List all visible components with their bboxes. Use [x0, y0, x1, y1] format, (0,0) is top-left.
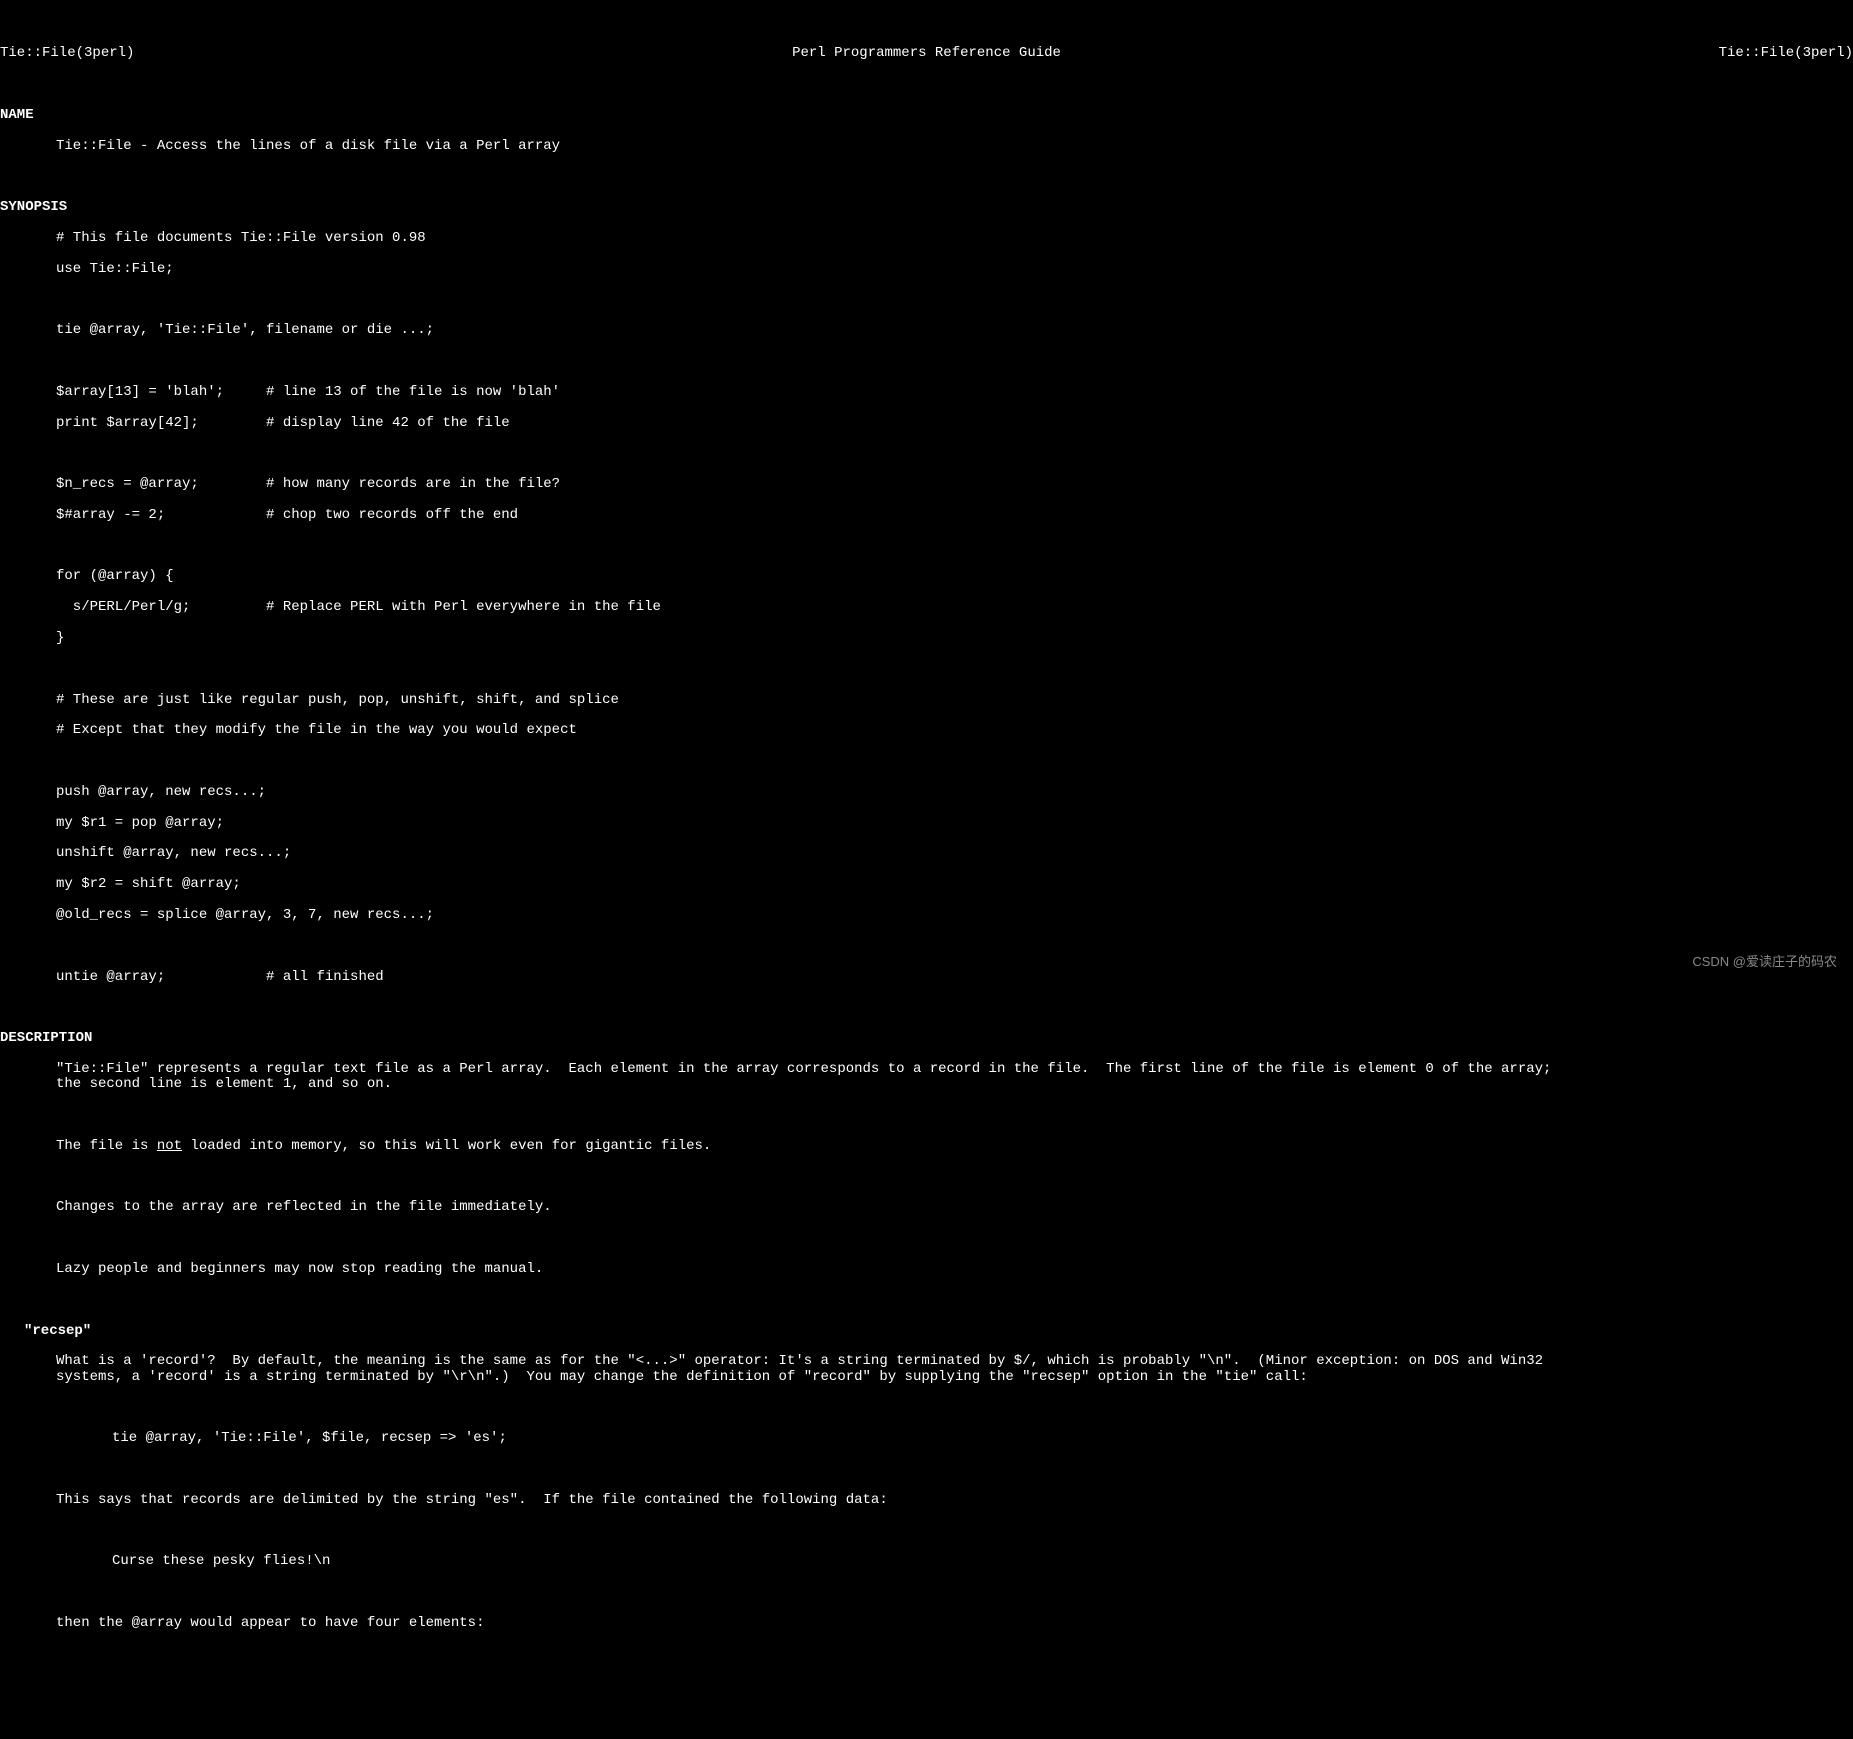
recsep-code1: tie @array, 'Tie::File', $file, recsep =… [0, 1431, 1853, 1446]
synopsis-line: push @array, new recs...; [0, 785, 1853, 800]
blank-line [0, 1462, 1853, 1477]
description-para2: The file is not loaded into memory, so t… [0, 1139, 1853, 1154]
synopsis-line: @old_recs = splice @array, 3, 7, new rec… [0, 908, 1853, 923]
synopsis-line: # This file documents Tie::File version … [0, 231, 1853, 246]
section-synopsis-header: SYNOPSIS [0, 200, 1853, 215]
blank-line [0, 77, 1853, 92]
description-para3: Changes to the array are reflected in th… [0, 1200, 1853, 1215]
man-page-header: Tie::File(3perl) Perl Programmers Refere… [0, 46, 1853, 61]
synopsis-line [0, 354, 1853, 369]
synopsis-line: s/PERL/Perl/g; # Replace PERL with Perl … [0, 600, 1853, 615]
section-name-header: NAME [0, 108, 1853, 123]
synopsis-line: print $array[42]; # display line 42 of t… [0, 416, 1853, 431]
blank-line [0, 1108, 1853, 1123]
synopsis-line: $array[13] = 'blah'; # line 13 of the fi… [0, 385, 1853, 400]
blank-line [0, 1585, 1853, 1600]
synopsis-line: untie @array; # all finished [0, 970, 1853, 985]
header-left: Tie::File(3perl) [0, 46, 134, 61]
synopsis-line: tie @array, 'Tie::File', filename or die… [0, 323, 1853, 338]
blank-line [0, 1524, 1853, 1539]
section-name-content: Tie::File - Access the lines of a disk f… [0, 139, 1853, 154]
synopsis-line: unshift @array, new recs...; [0, 846, 1853, 861]
synopsis-line: # Except that they modify the file in th… [0, 723, 1853, 738]
watermark: CSDN @爱读庄子的码农 [1692, 955, 1837, 969]
subsection-recsep-header: "recsep" [0, 1324, 1853, 1339]
header-center: Perl Programmers Reference Guide [792, 46, 1061, 61]
synopsis-line [0, 446, 1853, 461]
synopsis-line: use Tie::File; [0, 262, 1853, 277]
synopsis-line [0, 539, 1853, 554]
synopsis-line [0, 939, 1853, 954]
synopsis-line: # These are just like regular push, pop,… [0, 693, 1853, 708]
synopsis-line [0, 754, 1853, 769]
recsep-para2: This says that records are delimited by … [0, 1493, 1853, 1508]
description-para4: Lazy people and beginners may now stop r… [0, 1262, 1853, 1277]
recsep-para3: then the @array would appear to have fou… [0, 1616, 1853, 1631]
synopsis-line: } [0, 631, 1853, 646]
recsep-code2: Curse these pesky flies!\n [0, 1554, 1853, 1569]
blank-line [0, 1000, 1853, 1015]
blank-line [0, 1293, 1853, 1308]
blank-line [0, 1170, 1853, 1185]
synopsis-line: my $r1 = pop @array; [0, 816, 1853, 831]
header-right: Tie::File(3perl) [1719, 46, 1853, 61]
synopsis-line: my $r2 = shift @array; [0, 877, 1853, 892]
recsep-para1: What is a 'record'? By default, the mean… [0, 1354, 1853, 1385]
description-para1: "Tie::File" represents a regular text fi… [0, 1062, 1853, 1093]
text-pre: The file is [56, 1138, 157, 1154]
text-post: loaded into memory, so this will work ev… [182, 1138, 711, 1154]
blank-line [0, 1401, 1853, 1416]
section-description-header: DESCRIPTION [0, 1031, 1853, 1046]
synopsis-line: $#array -= 2; # chop two records off the… [0, 508, 1853, 523]
synopsis-line: $n_recs = @array; # how many records are… [0, 477, 1853, 492]
blank-line [0, 1231, 1853, 1246]
synopsis-line [0, 292, 1853, 307]
blank-line [0, 169, 1853, 184]
synopsis-line: for (@array) { [0, 569, 1853, 584]
text-not: not [157, 1138, 182, 1154]
synopsis-line [0, 662, 1853, 677]
